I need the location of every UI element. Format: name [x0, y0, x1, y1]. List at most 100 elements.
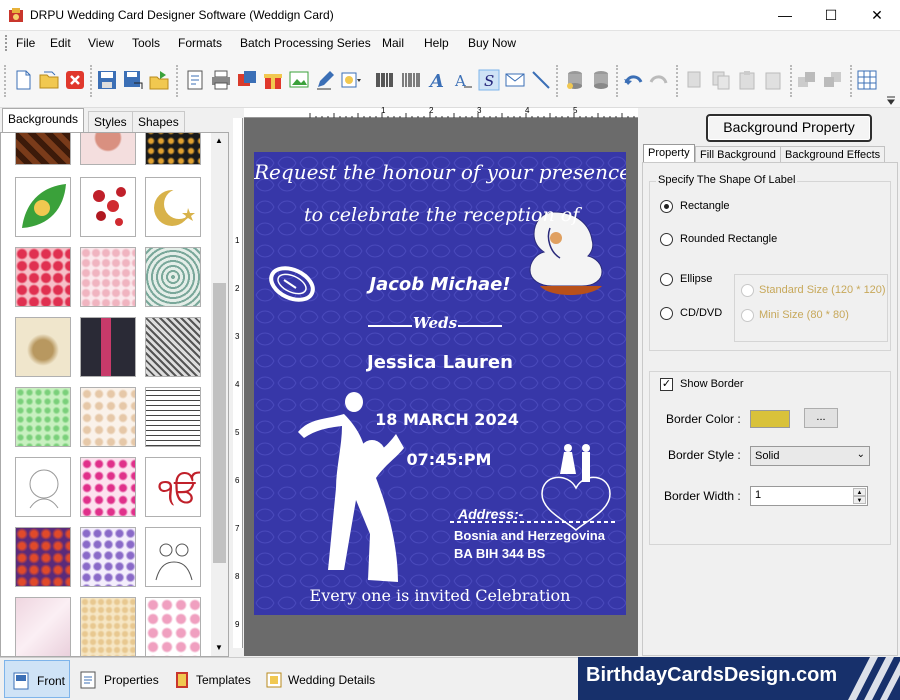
word-art-icon[interactable]: A: [452, 69, 474, 91]
background-thumbnail[interactable]: [15, 317, 71, 377]
border-color-picker-button[interactable]: ...: [804, 408, 838, 428]
background-thumbnail[interactable]: [80, 597, 136, 656]
background-thumbnail[interactable]: [145, 317, 201, 377]
copy-icon[interactable]: [710, 69, 732, 91]
export-icon[interactable]: [148, 69, 170, 91]
weds-text[interactable]: Weds: [412, 314, 458, 332]
background-thumbnail[interactable]: [80, 177, 136, 237]
background-thumbnail[interactable]: [145, 247, 201, 307]
scrollbar-thumb[interactable]: [213, 283, 226, 563]
menu-edit[interactable]: Edit: [50, 36, 71, 50]
print-preview-icon[interactable]: [236, 69, 258, 91]
background-thumbnail[interactable]: [145, 597, 201, 656]
groom-name[interactable]: Jacob Michae!: [350, 274, 530, 295]
save-icon[interactable]: [96, 69, 118, 91]
close-button[interactable]: ✕: [854, 0, 900, 31]
close-file-icon[interactable]: [64, 69, 86, 91]
print-icon[interactable]: [210, 69, 232, 91]
minimize-button[interactable]: —: [762, 0, 808, 31]
wedding-time[interactable]: 07:45:PM: [394, 450, 504, 469]
barcode-2-icon[interactable]: [400, 69, 422, 91]
background-thumbnail[interactable]: [80, 317, 136, 377]
show-border-checkbox[interactable]: ✓: [660, 378, 673, 391]
save-as-icon[interactable]: [122, 69, 144, 91]
background-property-button[interactable]: Background Property: [706, 114, 872, 142]
menu-mail[interactable]: Mail: [382, 36, 404, 50]
footer-text[interactable]: Every one is invited Celebration: [254, 586, 626, 605]
background-thumbnail[interactable]: [80, 527, 136, 587]
scroll-down-icon[interactable]: ▼: [215, 643, 223, 652]
mini-size-radio[interactable]: [741, 309, 754, 322]
email-icon[interactable]: [504, 69, 526, 91]
maximize-button[interactable]: ☐: [808, 0, 854, 31]
background-thumbnail[interactable]: [15, 597, 71, 656]
tab-styles[interactable]: Styles: [88, 111, 133, 132]
menu-buy-now[interactable]: Buy Now: [468, 36, 516, 50]
background-thumbnail[interactable]: [145, 527, 201, 587]
delete-icon[interactable]: [762, 69, 784, 91]
text-icon[interactable]: A: [426, 69, 448, 91]
background-thumbnail[interactable]: [15, 133, 71, 165]
background-thumbnail[interactable]: [145, 133, 201, 165]
rounded-rectangle-radio[interactable]: [660, 233, 673, 246]
background-thumbnail[interactable]: [80, 387, 136, 447]
barcode-icon[interactable]: [374, 69, 396, 91]
menu-file[interactable]: File: [16, 36, 35, 50]
background-thumbnail[interactable]: [15, 457, 71, 517]
database-2-icon[interactable]: [590, 69, 612, 91]
menu-tools[interactable]: Tools: [132, 36, 160, 50]
shapes-dropdown-icon[interactable]: [340, 69, 362, 91]
tab-shapes[interactable]: Shapes: [132, 111, 185, 132]
background-thumbnail[interactable]: [80, 457, 136, 517]
invitation-line-2[interactable]: to celebrate the reception of: [304, 204, 579, 226]
spin-down-icon[interactable]: ▼: [853, 496, 866, 504]
address-label[interactable]: Address:-: [458, 506, 523, 522]
ellipse-radio[interactable]: [660, 273, 673, 286]
tab-fill-background[interactable]: Fill Background: [695, 146, 781, 163]
templates-button[interactable]: Templates: [168, 660, 258, 698]
wedding-details-button[interactable]: Wedding Details: [262, 660, 382, 698]
background-thumbnail[interactable]: ੴ: [145, 457, 201, 517]
cd-dvd-radio[interactable]: [660, 307, 673, 320]
signature-icon[interactable]: S: [478, 69, 500, 91]
front-button[interactable]: Front: [4, 660, 70, 698]
database-icon[interactable]: [564, 69, 586, 91]
address-line-2[interactable]: BA BIH 344 BS: [454, 546, 545, 561]
background-thumbnail[interactable]: [15, 177, 71, 237]
rectangle-radio[interactable]: [660, 200, 673, 213]
border-color-swatch[interactable]: [750, 410, 790, 428]
background-thumbnail[interactable]: [80, 247, 136, 307]
menu-formats[interactable]: Formats: [178, 36, 222, 50]
design-canvas[interactable]: Request the honour of your presence to c…: [244, 118, 638, 656]
menu-help[interactable]: Help: [424, 36, 449, 50]
tab-backgrounds[interactable]: Backgrounds: [2, 108, 85, 132]
send-back-icon[interactable]: [822, 69, 844, 91]
gallery-scrollbar[interactable]: ▲ ▼: [211, 133, 228, 656]
address-line-1[interactable]: Bosnia and Herzegovina: [454, 528, 605, 543]
new-icon[interactable]: [12, 69, 34, 91]
background-thumbnail[interactable]: [15, 527, 71, 587]
line-icon[interactable]: [530, 69, 552, 91]
properties-icon[interactable]: [184, 69, 206, 91]
toolbar-overflow-icon[interactable]: [886, 95, 896, 105]
background-thumbnail[interactable]: [145, 387, 201, 447]
background-thumbnail[interactable]: [15, 387, 71, 447]
wedding-card[interactable]: Request the honour of your presence to c…: [254, 152, 626, 615]
open-icon[interactable]: [38, 69, 60, 91]
cut-icon[interactable]: [684, 69, 706, 91]
properties-button[interactable]: Properties: [74, 660, 164, 698]
invitation-line-1[interactable]: Request the honour of your presence: [254, 160, 626, 184]
grid-icon[interactable]: [856, 69, 878, 91]
bride-name[interactable]: Jessica Lauren: [340, 352, 540, 373]
border-style-select[interactable]: Solid ⌄: [750, 446, 870, 466]
wedding-date[interactable]: 18 MARCH 2024: [362, 410, 532, 429]
menu-batch-processing[interactable]: Batch Processing Series: [240, 36, 371, 50]
undo-icon[interactable]: [622, 69, 644, 91]
redo-icon[interactable]: [648, 69, 670, 91]
tab-property[interactable]: Property: [643, 144, 695, 163]
menu-view[interactable]: View: [88, 36, 114, 50]
background-thumbnail[interactable]: [15, 247, 71, 307]
scroll-up-icon[interactable]: ▲: [215, 136, 223, 145]
standard-size-radio[interactable]: [741, 284, 754, 297]
background-thumbnail[interactable]: [145, 177, 201, 237]
